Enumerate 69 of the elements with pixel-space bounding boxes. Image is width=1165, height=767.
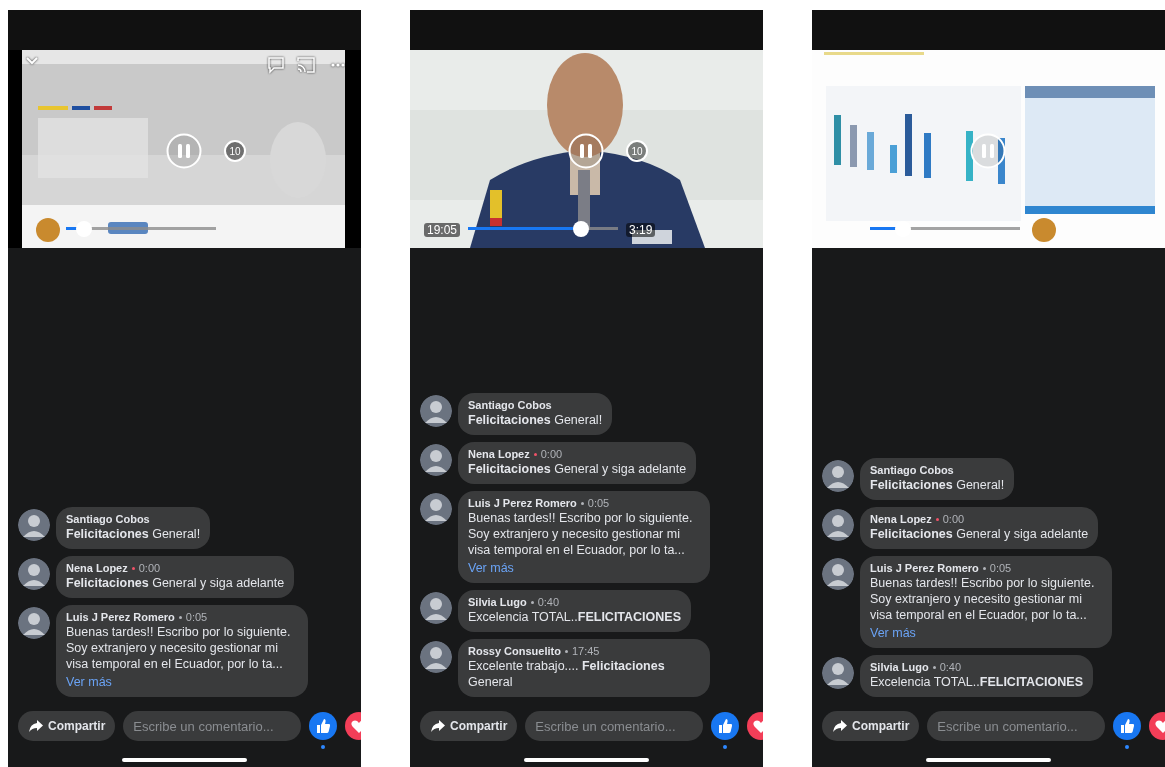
see-more-link[interactable]: Ver más (468, 561, 514, 575)
author-name[interactable]: Nena Lopez (468, 448, 530, 460)
share-icon (832, 719, 848, 733)
like-icon[interactable] (711, 712, 740, 740)
author-name[interactable]: Rossy Consuelito (468, 645, 561, 657)
comment-time[interactable]: 0:05 (185, 611, 208, 623)
author-name[interactable]: Luis J Perez Romero (66, 611, 175, 623)
comment-text: Felicitaciones General y siga adelante (468, 461, 687, 477)
comment-field[interactable]: Escribe un comentario... (123, 711, 302, 741)
share-icon (28, 719, 44, 733)
comment-text: Excelencia TOTAL..FELICITACIONES (870, 674, 1084, 690)
skip-forward-button[interactable]: 10 (224, 140, 246, 162)
author-name[interactable]: Luis J Perez Romero (468, 497, 577, 509)
comment-text: Buenas tardes!! Escribo por lo siguiente. Soy extranjero y necesito gestionar mi visa temporal en el Ecuador, por lo ta... (468, 510, 694, 558)
like-icon[interactable] (309, 712, 338, 740)
share-button[interactable]: Compartir (822, 711, 920, 741)
comment-time[interactable]: 0:00 (540, 448, 563, 460)
share-button[interactable]: Compartir (18, 711, 116, 741)
avatar[interactable] (420, 592, 452, 624)
comment-text: Excelente trabajo.... Felicitaciones General (468, 658, 666, 690)
comment-time[interactable]: 0:40 (939, 661, 962, 673)
comment-field[interactable]: Escribe un comentario... (927, 711, 1106, 741)
avatar[interactable] (822, 509, 854, 541)
avatar[interactable] (18, 607, 50, 639)
author-name[interactable]: Silvia Lugo (468, 596, 527, 608)
avatar[interactable] (18, 509, 50, 541)
elapsed-time: 19:05 (424, 223, 461, 237)
share-button[interactable]: Compartir (420, 711, 518, 741)
comment-text: Felicitaciones General! (66, 526, 201, 542)
avatar[interactable] (420, 444, 452, 476)
avatar[interactable] (822, 460, 854, 492)
more-icon[interactable] (331, 62, 345, 68)
avatar[interactable] (420, 641, 452, 673)
comment-time[interactable]: 0:05 (989, 562, 1012, 574)
comment-time[interactable]: 0:00 (138, 562, 161, 574)
author-name[interactable]: Santiago Cobos (468, 399, 552, 411)
comment-time[interactable]: 17:45 (571, 645, 600, 657)
avatar[interactable] (420, 395, 452, 427)
author-name[interactable]: Santiago Cobos (870, 464, 954, 476)
avatar[interactable] (822, 657, 854, 689)
comment-time[interactable]: 0:05 (587, 497, 610, 509)
remaining-time: 3:19 (626, 223, 656, 237)
comment-text: Buenas tardes!! Escribo por lo siguiente. Soy extranjero y necesito gestionar mi visa temporal en el Ecuador, por lo ta... (66, 624, 292, 672)
see-more-link[interactable]: Ver más (870, 626, 916, 640)
author-name[interactable]: Nena Lopez (66, 562, 128, 574)
avatar[interactable] (18, 558, 50, 590)
comment-text: Buenas tardes!! Escribo por lo siguiente. Soy extranjero y necesito gestionar mi visa temporal en el Ecuador, por lo ta... (870, 575, 1096, 623)
author-name[interactable]: Silvia Lugo (870, 661, 929, 673)
share-icon (430, 719, 446, 733)
skip-forward-button[interactable]: 10 (626, 140, 648, 162)
avatar[interactable] (420, 493, 452, 525)
comment-time[interactable]: 0:00 (942, 513, 965, 525)
comment-text: Excelencia TOTAL..FELICITACIONES (468, 609, 682, 625)
author-name[interactable]: Luis J Perez Romero (870, 562, 979, 574)
comment-field[interactable]: Escribe un comentario... (525, 711, 704, 741)
avatar[interactable] (822, 558, 854, 590)
author-name[interactable]: Nena Lopez (870, 513, 932, 525)
comment-time[interactable]: 0:40 (537, 596, 560, 608)
comment-text: Felicitaciones General y siga adelante (870, 526, 1089, 542)
seek-bar[interactable] (468, 221, 618, 237)
comment-text: Felicitaciones General y siga adelante (66, 575, 285, 591)
chat-bubble-icon[interactable] (266, 56, 286, 74)
like-icon[interactable] (1113, 712, 1142, 740)
pause-button[interactable] (568, 133, 604, 169)
comment-text: Felicitaciones General! (468, 412, 603, 428)
cast-icon[interactable] (296, 56, 316, 74)
comment-text: Felicitaciones General! (870, 477, 1005, 493)
see-more-link[interactable]: Ver más (66, 675, 112, 689)
author-name[interactable]: Santiago Cobos (66, 513, 150, 525)
